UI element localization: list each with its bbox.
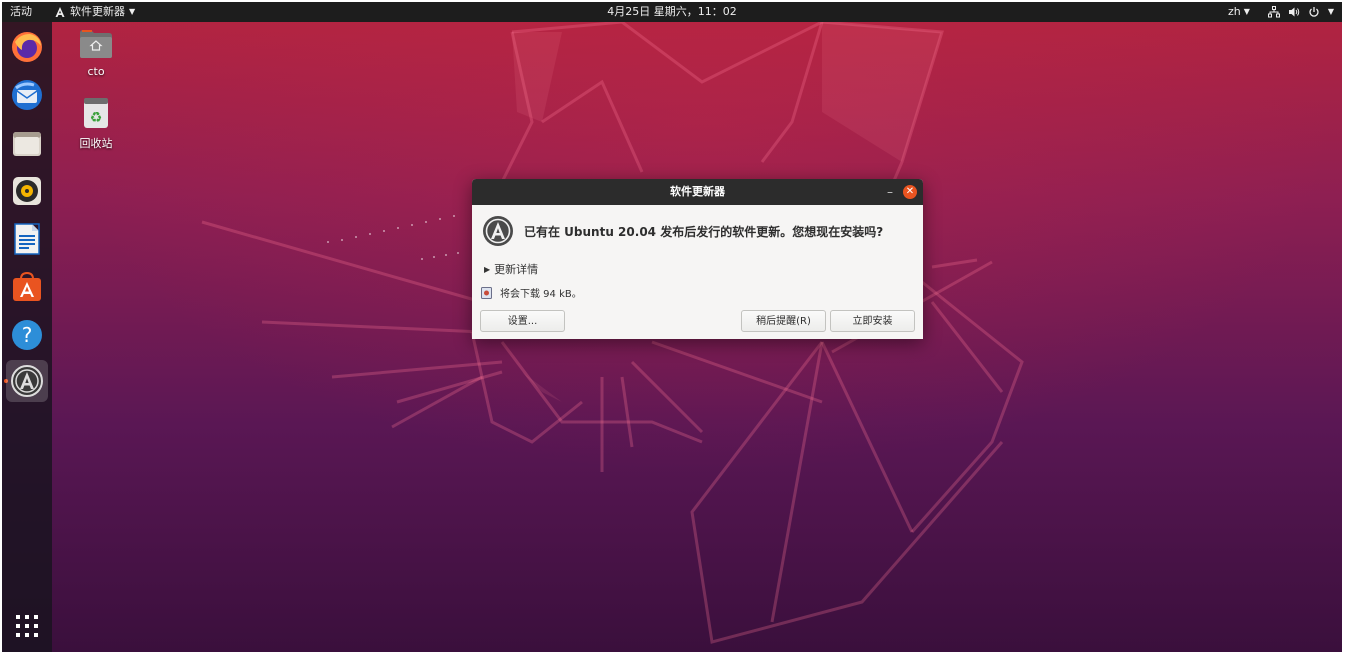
trash-label: 回收站 bbox=[79, 137, 113, 150]
libreoffice-writer-icon bbox=[14, 223, 40, 255]
update-message: 已有在 Ubuntu 20.04 发布后发行的软件更新。您想现在安装吗? bbox=[524, 224, 884, 239]
ubuntu-software-icon bbox=[13, 271, 41, 301]
rhythmbox-icon bbox=[13, 177, 41, 205]
expander-arrow-icon: ▶ bbox=[484, 264, 491, 274]
install-now-button[interactable]: 立即安装 bbox=[830, 310, 915, 332]
language-label: zh bbox=[1227, 5, 1241, 18]
activities-button[interactable]: 活动 bbox=[10, 2, 32, 22]
show-apps-icon bbox=[16, 615, 38, 637]
clock[interactable]: 4月25日 星期六，11：02 bbox=[607, 5, 737, 18]
trash-icon: ♻ bbox=[84, 98, 108, 128]
details-label: 更新详情 bbox=[494, 263, 539, 276]
top-bar: 活动 软件更新器 ▼ 4月25日 星期六，11：02 zh ▼ ▼ bbox=[2, 2, 1342, 22]
home-folder-label: cto bbox=[87, 65, 105, 78]
show-applications-button[interactable] bbox=[6, 605, 48, 647]
desktop-home-folder[interactable]: cto bbox=[66, 28, 126, 78]
software-updater-small-icon bbox=[55, 7, 65, 17]
input-method-menu[interactable]: zh ▼ bbox=[1228, 2, 1250, 22]
details-expander[interactable]: ▶ 更新详情 bbox=[484, 261, 538, 277]
network-icon bbox=[1267, 6, 1280, 18]
chevron-down-icon: ▼ bbox=[1243, 7, 1250, 16]
dock-ubuntu-software[interactable] bbox=[6, 266, 48, 308]
home-folder-icon bbox=[80, 30, 112, 58]
desktop-screen: 活动 软件更新器 ▼ 4月25日 星期六，11：02 zh ▼ ▼ ? cto … bbox=[2, 2, 1342, 652]
close-button[interactable]: ✕ bbox=[903, 185, 917, 199]
dock-thunderbird[interactable] bbox=[6, 74, 48, 116]
dialog-titlebar[interactable]: 软件更新器 – ✕ bbox=[472, 179, 923, 205]
chevron-down-icon: ▼ bbox=[129, 7, 136, 16]
dock-rhythmbox[interactable] bbox=[6, 170, 48, 212]
software-updater-icon bbox=[483, 216, 513, 246]
app-menu[interactable]: 软件更新器 ▼ bbox=[54, 2, 135, 22]
package-icon bbox=[481, 286, 492, 299]
system-menu[interactable]: ▼ bbox=[1267, 2, 1334, 22]
dock-help[interactable]: ? bbox=[6, 314, 48, 356]
software-updater-dialog: 软件更新器 – ✕ 已有在 Ubuntu 20.04 发布后发行的软件更新。您想… bbox=[472, 179, 923, 339]
power-icon bbox=[1309, 7, 1319, 17]
remind-later-button[interactable]: 稍后提醒(R) bbox=[741, 310, 826, 332]
thunderbird-icon bbox=[12, 80, 42, 110]
volume-icon bbox=[1288, 7, 1300, 17]
svg-text:?: ? bbox=[22, 323, 33, 347]
dock-firefox[interactable] bbox=[6, 26, 48, 68]
dialog-title: 软件更新器 bbox=[670, 185, 725, 198]
svg-text:♻: ♻ bbox=[90, 110, 103, 126]
dock-software-updater[interactable] bbox=[6, 360, 48, 402]
minimize-button[interactable]: – bbox=[887, 179, 893, 205]
desktop-trash[interactable]: ♻ 回收站 bbox=[66, 96, 126, 151]
help-icon: ? bbox=[12, 320, 42, 350]
system-tray: zh ▼ ▼ bbox=[1228, 2, 1334, 22]
app-menu-label: 软件更新器 bbox=[70, 5, 125, 18]
files-icon bbox=[13, 132, 41, 156]
download-size-text: 将会下载 94 kB。 bbox=[500, 289, 582, 300]
dock: ? bbox=[2, 22, 52, 652]
dock-writer[interactable] bbox=[6, 218, 48, 260]
settings-button[interactable]: 设置... bbox=[480, 310, 565, 332]
dock-files[interactable] bbox=[6, 122, 48, 164]
firefox-icon bbox=[12, 32, 42, 62]
chevron-down-icon: ▼ bbox=[1327, 7, 1334, 16]
software-updater-icon bbox=[11, 365, 43, 397]
